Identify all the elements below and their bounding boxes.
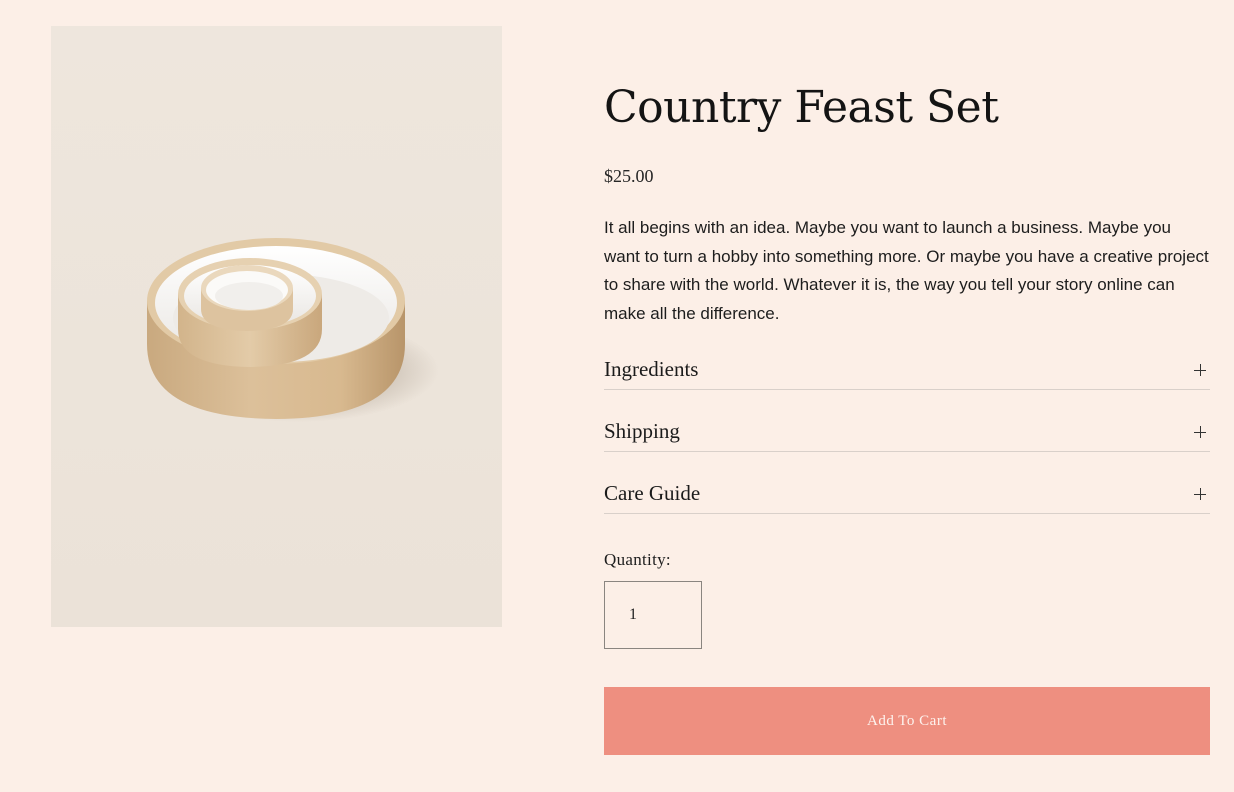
accordion-label-care-guide: Care Guide [604, 481, 701, 505]
product-image [51, 26, 502, 627]
product-title: Country Feast Set [604, 82, 999, 133]
add-to-cart-button[interactable]: Add To Cart [604, 687, 1210, 755]
accordion-label-ingredients: Ingredients [604, 357, 699, 381]
quantity-input[interactable] [604, 581, 702, 649]
accordion-label-shipping: Shipping [604, 419, 680, 443]
nested-bowls-illustration [147, 238, 439, 422]
accordion-care-guide[interactable]: Care Guide [604, 465, 1210, 514]
plus-icon[interactable] [1194, 488, 1206, 500]
quantity-label: Quantity: [604, 550, 671, 569]
product-price: $25.00 [604, 166, 654, 186]
product-description: It all begins with an idea. Maybe you wa… [604, 218, 1209, 323]
accordion-shipping[interactable]: Shipping [604, 403, 1210, 452]
plus-icon[interactable] [1194, 426, 1206, 438]
plus-icon[interactable] [1194, 364, 1206, 376]
accordion-ingredients[interactable]: Ingredients [604, 341, 1210, 390]
